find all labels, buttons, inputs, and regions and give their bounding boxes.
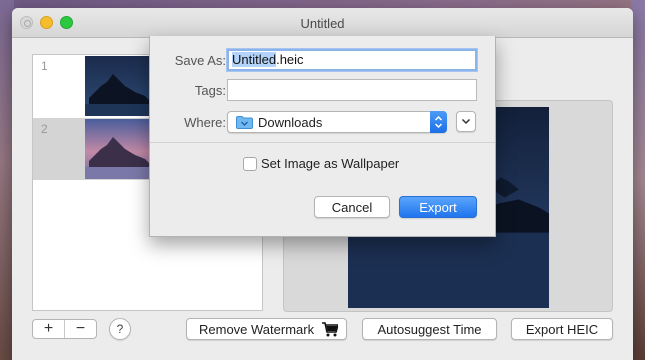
save-as-field[interactable]: Untitled.heic [227, 49, 477, 71]
up-down-arrows-icon [430, 111, 447, 133]
thumbnail-number: 2 [41, 122, 48, 136]
export-heic-button[interactable]: Export HEIC [511, 318, 613, 340]
where-popup[interactable]: Downloads [227, 111, 447, 133]
remove-watermark-label: Remove Watermark [199, 321, 315, 337]
chevron-down-icon [461, 118, 471, 125]
expand-button[interactable] [456, 111, 476, 132]
desktop-background-right [631, 0, 645, 360]
where-value: Downloads [258, 115, 323, 130]
add-button[interactable]: + [33, 320, 64, 338]
folder-icon [236, 116, 253, 129]
thumbnail-image [85, 56, 149, 116]
help-button[interactable]: ? [109, 318, 131, 340]
save-as-label: Save As: [174, 53, 226, 68]
filename-selected-text: Untitled [232, 52, 277, 67]
thumbnail-number: 1 [41, 59, 48, 73]
title-bar: Untitled [12, 8, 633, 38]
add-remove-segmented-control: + − [32, 319, 97, 339]
where-label: Where: [184, 115, 226, 130]
autosuggest-time-button[interactable]: Autosuggest Time [362, 318, 497, 340]
wallpaper-checkbox[interactable] [243, 157, 257, 171]
dialog-separator [150, 142, 495, 143]
window-title: Untitled [300, 16, 345, 31]
tags-field[interactable] [227, 79, 477, 101]
thumbnail-image [85, 119, 149, 179]
export-button[interactable]: Export [399, 196, 477, 218]
wallpaper-checkbox-label[interactable]: Set Image as Wallpaper [261, 156, 399, 171]
cancel-button[interactable]: Cancel [314, 196, 390, 218]
filename-extension: .heic [276, 52, 304, 67]
remove-watermark-button[interactable]: Remove Watermark [186, 318, 347, 340]
export-dialog: Save As: Untitled.heic Tags: Where: Down… [149, 36, 496, 237]
remove-button[interactable]: − [65, 320, 96, 338]
tags-label: Tags: [194, 83, 226, 98]
cart-icon [322, 322, 338, 337]
